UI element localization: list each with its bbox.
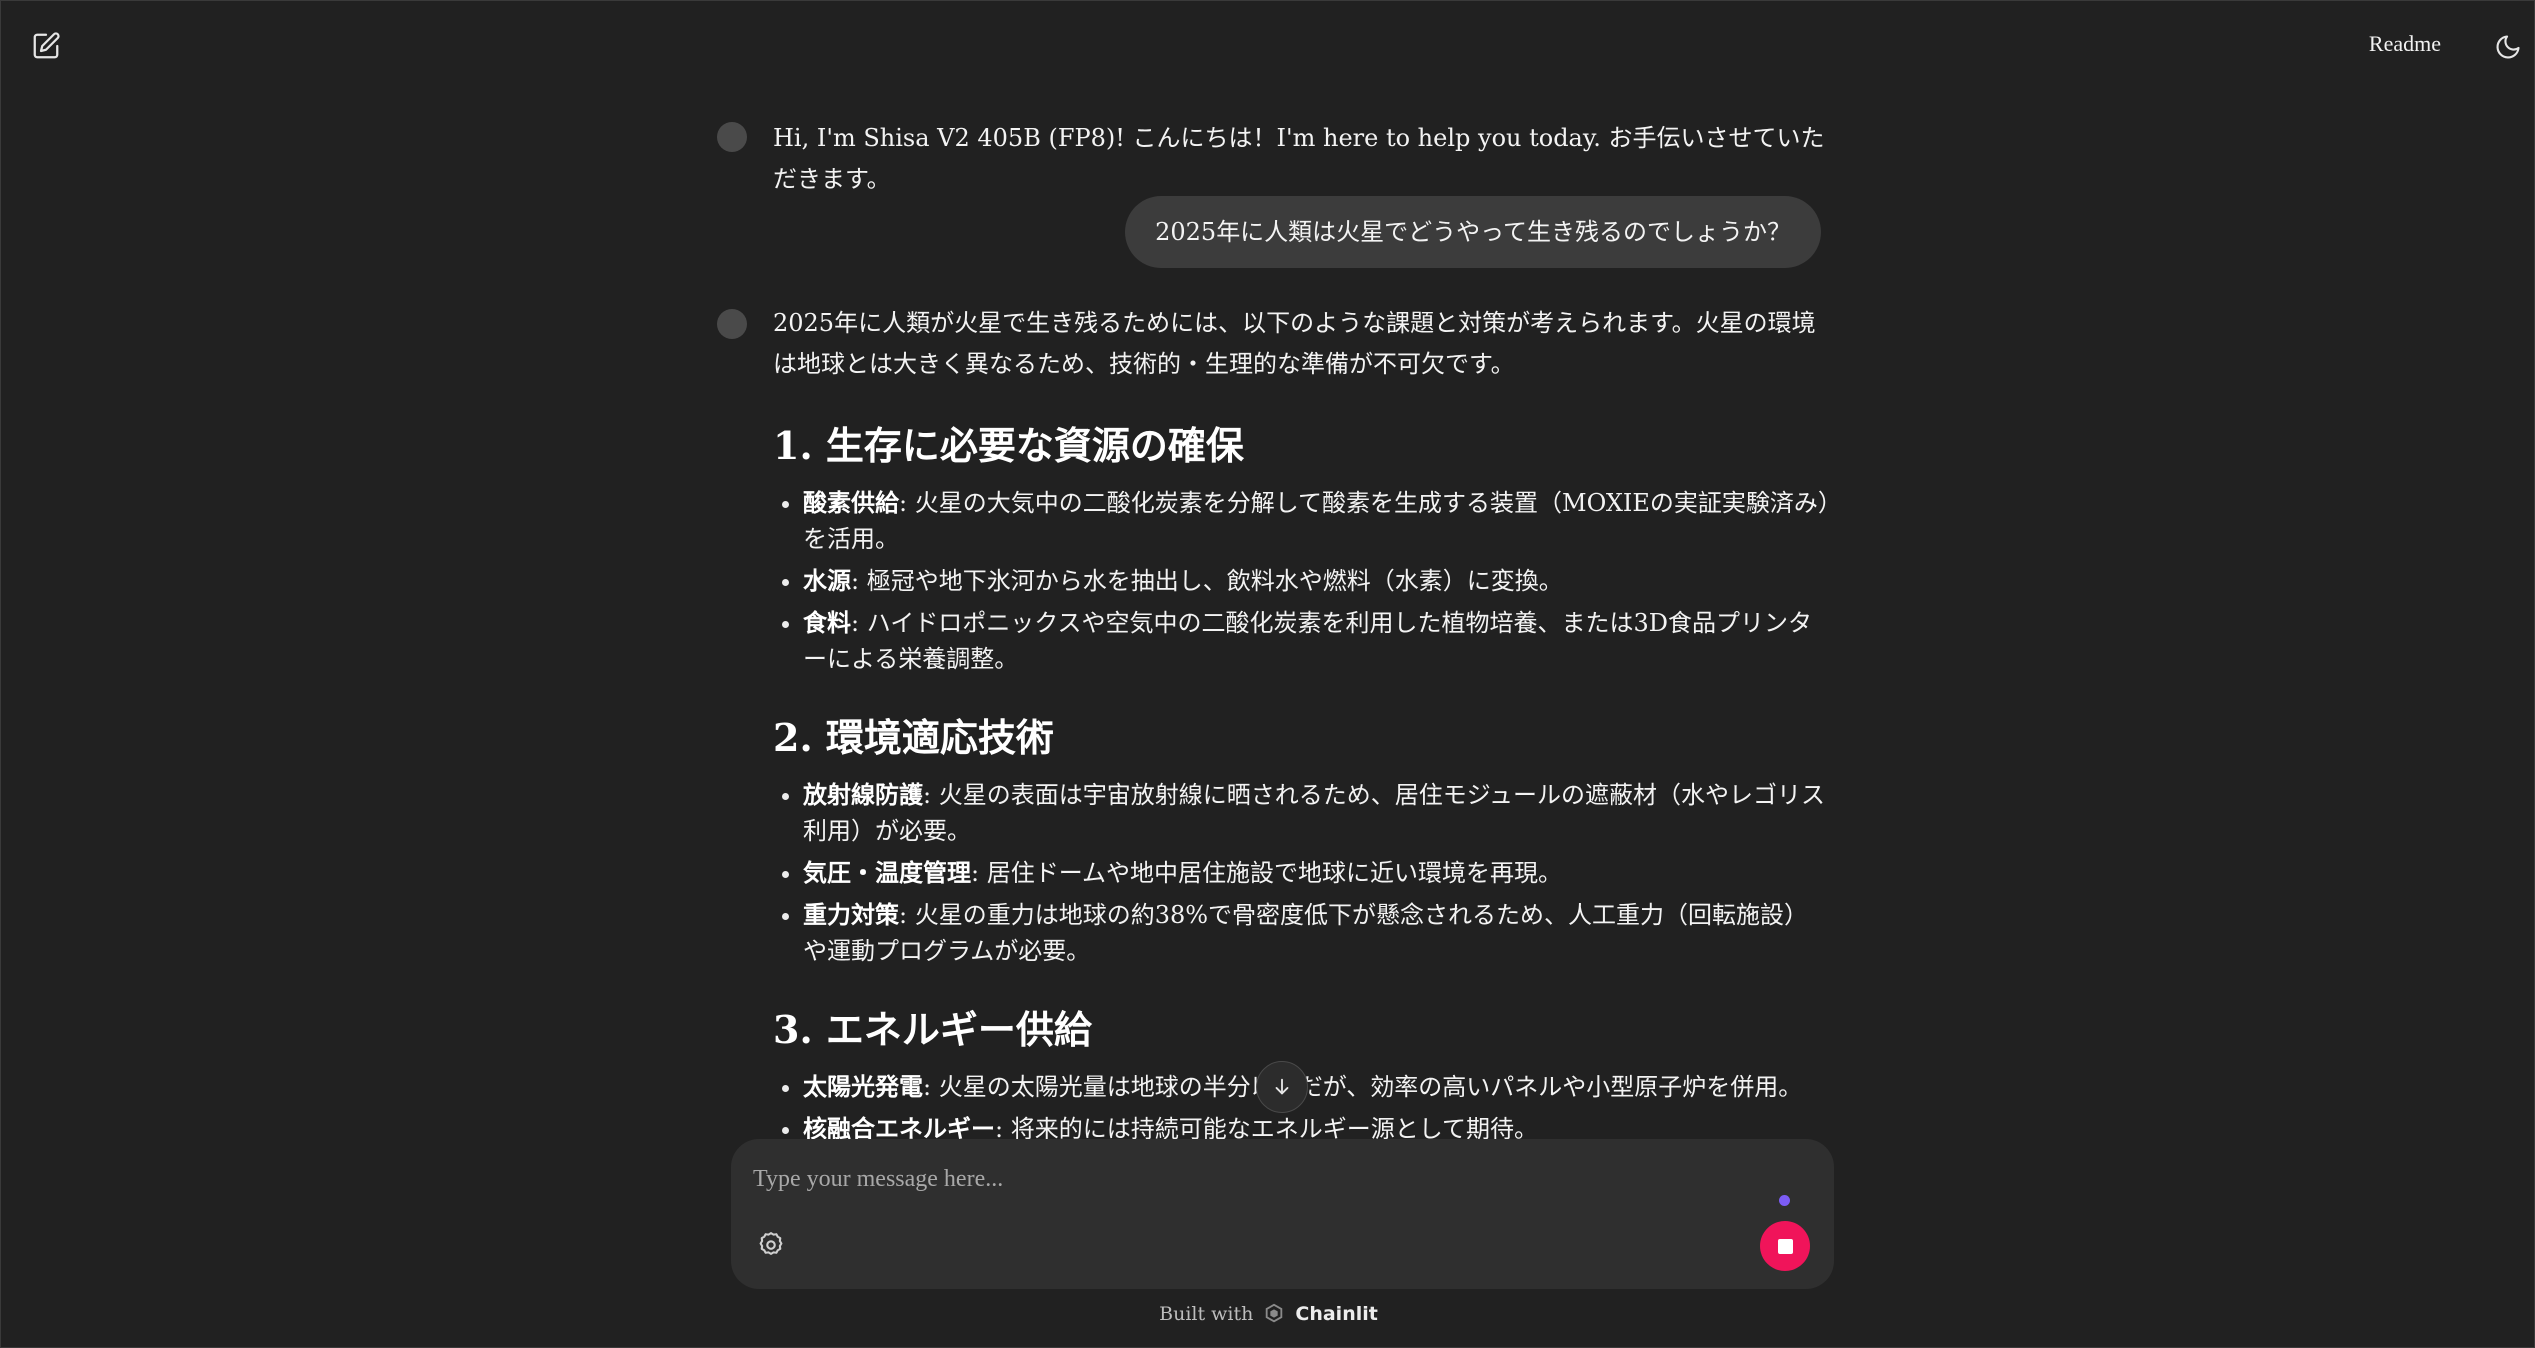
assistant-message: 2025年に人類が火星で生き残るためには、以下のような課題と対策が考えられます。… (717, 303, 1830, 1139)
chat-app: Readme Hi, I'm Shisa V2 405B (FP8)! こんにち… (0, 0, 2535, 1348)
message-composer (731, 1139, 1834, 1289)
status-indicator (1779, 1195, 1790, 1206)
list-item: 気圧・温度管理: 居住ドームや地中居住施設で地球に近い環境を再現。 (773, 855, 1831, 891)
item-term: 核融合エネルギー (803, 1114, 995, 1139)
assistant-greeting-text: Hi, I'm Shisa V2 405B (FP8)! こんにちは！I'm h… (773, 124, 1825, 193)
item-text: : ハイドロポニックスや空気中の二酸化炭素を利用した植物培養、または3D食品プリ… (803, 609, 1813, 673)
list-item: 核融合エネルギー: 将来的には持続可能なエネルギー源として期待。 (773, 1111, 1831, 1139)
item-text: : 将来的には持続可能なエネルギー源として期待。 (995, 1115, 1538, 1139)
answer-intro: 2025年に人類が火星で生き残るためには、以下のような課題と対策が考えられます。… (773, 309, 1816, 378)
item-term: 気圧・温度管理 (803, 858, 971, 887)
list-item: 放射線防護: 火星の表面は宇宙放射線に晒されるため、居住モジュールの遮蔽材（水や… (773, 777, 1831, 849)
gear-icon (759, 1232, 783, 1255)
section-heading: 1. 生存に必要な資源の確保 (773, 423, 1244, 468)
item-term: 食料 (803, 608, 851, 637)
stop-square-icon (1777, 1238, 1793, 1254)
assistant-avatar (717, 122, 747, 152)
item-text: : 火星の重力は地球の約38%で骨密度低下が懸念されるため、人工重力（回転施設）… (803, 901, 1809, 965)
list-item: 水源: 極冠や地下氷河から水を抽出し、飲料水や燃料（水素）に変換。 (773, 563, 1831, 599)
list-item: 食料: ハイドロポニックスや空気中の二酸化炭素を利用した植物培養、または3D食品… (773, 605, 1831, 677)
chat-settings-button[interactable] (751, 1225, 791, 1265)
item-term: 太陽光発電 (803, 1072, 923, 1101)
assistant-message: Hi, I'm Shisa V2 405B (FP8)! こんにちは！I'm h… (717, 118, 1827, 200)
section-heading: 2. 環境適応技術 (773, 715, 1054, 760)
list-item: 重力対策: 火星の重力は地球の約38%で骨密度低下が懸念されるため、人工重力（回… (773, 897, 1831, 969)
built-with-text: Built with (1159, 1303, 1254, 1325)
chainlit-logo-icon (1266, 1303, 1283, 1323)
message-input[interactable] (753, 1159, 1753, 1199)
list-item: 酸素供給: 火星の大気中の二酸化炭素を分解して酸素を生成する装置（MOXIEの実… (773, 485, 1831, 557)
item-term: 重力対策 (803, 900, 899, 929)
user-message: 2025年に人類は火星でどうやって生き残るのでしょうか？ (1125, 196, 1821, 268)
stop-generation-button[interactable] (1760, 1221, 1810, 1271)
assistant-answer: 2025年に人類が火星で生き残るためには、以下のような課題と対策が考えられます。… (773, 303, 1830, 1139)
section-list: 放射線防護: 火星の表面は宇宙放射線に晒されるため、居住モジュールの遮蔽材（水や… (773, 777, 1831, 969)
item-text: : 火星の太陽光量は地球の半分以下だが、効率の高いパネルや小型原子炉を併用。 (923, 1073, 1803, 1101)
message-list: Hi, I'm Shisa V2 405B (FP8)! こんにちは！I'm h… (1, 1, 2535, 1139)
item-term: 酸素供給 (803, 488, 899, 517)
chainlit-brand[interactable]: Chainlit (1295, 1303, 1377, 1325)
item-term: 放射線防護 (803, 780, 923, 809)
item-text: : 火星の表面は宇宙放射線に晒されるため、居住モジュールの遮蔽材（水やレゴリス利… (803, 781, 1826, 845)
section-heading: 3. エネルギー供給 (773, 1007, 1092, 1052)
item-text: : 居住ドームや地中居住施設で地球に近い環境を再現。 (971, 859, 1562, 887)
scroll-to-bottom-button[interactable] (1256, 1061, 1308, 1113)
arrow-down-icon (1275, 1078, 1289, 1095)
assistant-avatar (717, 309, 747, 339)
item-term: 水源 (803, 566, 851, 595)
footer: Built with Chainlit (1, 1299, 2535, 1329)
item-text: : 極冠や地下氷河から水を抽出し、飲料水や燃料（水素）に変換。 (851, 567, 1563, 595)
section-list: 酸素供給: 火星の大気中の二酸化炭素を分解して酸素を生成する装置（MOXIEの実… (773, 485, 1831, 677)
item-text: : 火星の大気中の二酸化炭素を分解して酸素を生成する装置（MOXIEの実証実験済… (803, 489, 1830, 553)
